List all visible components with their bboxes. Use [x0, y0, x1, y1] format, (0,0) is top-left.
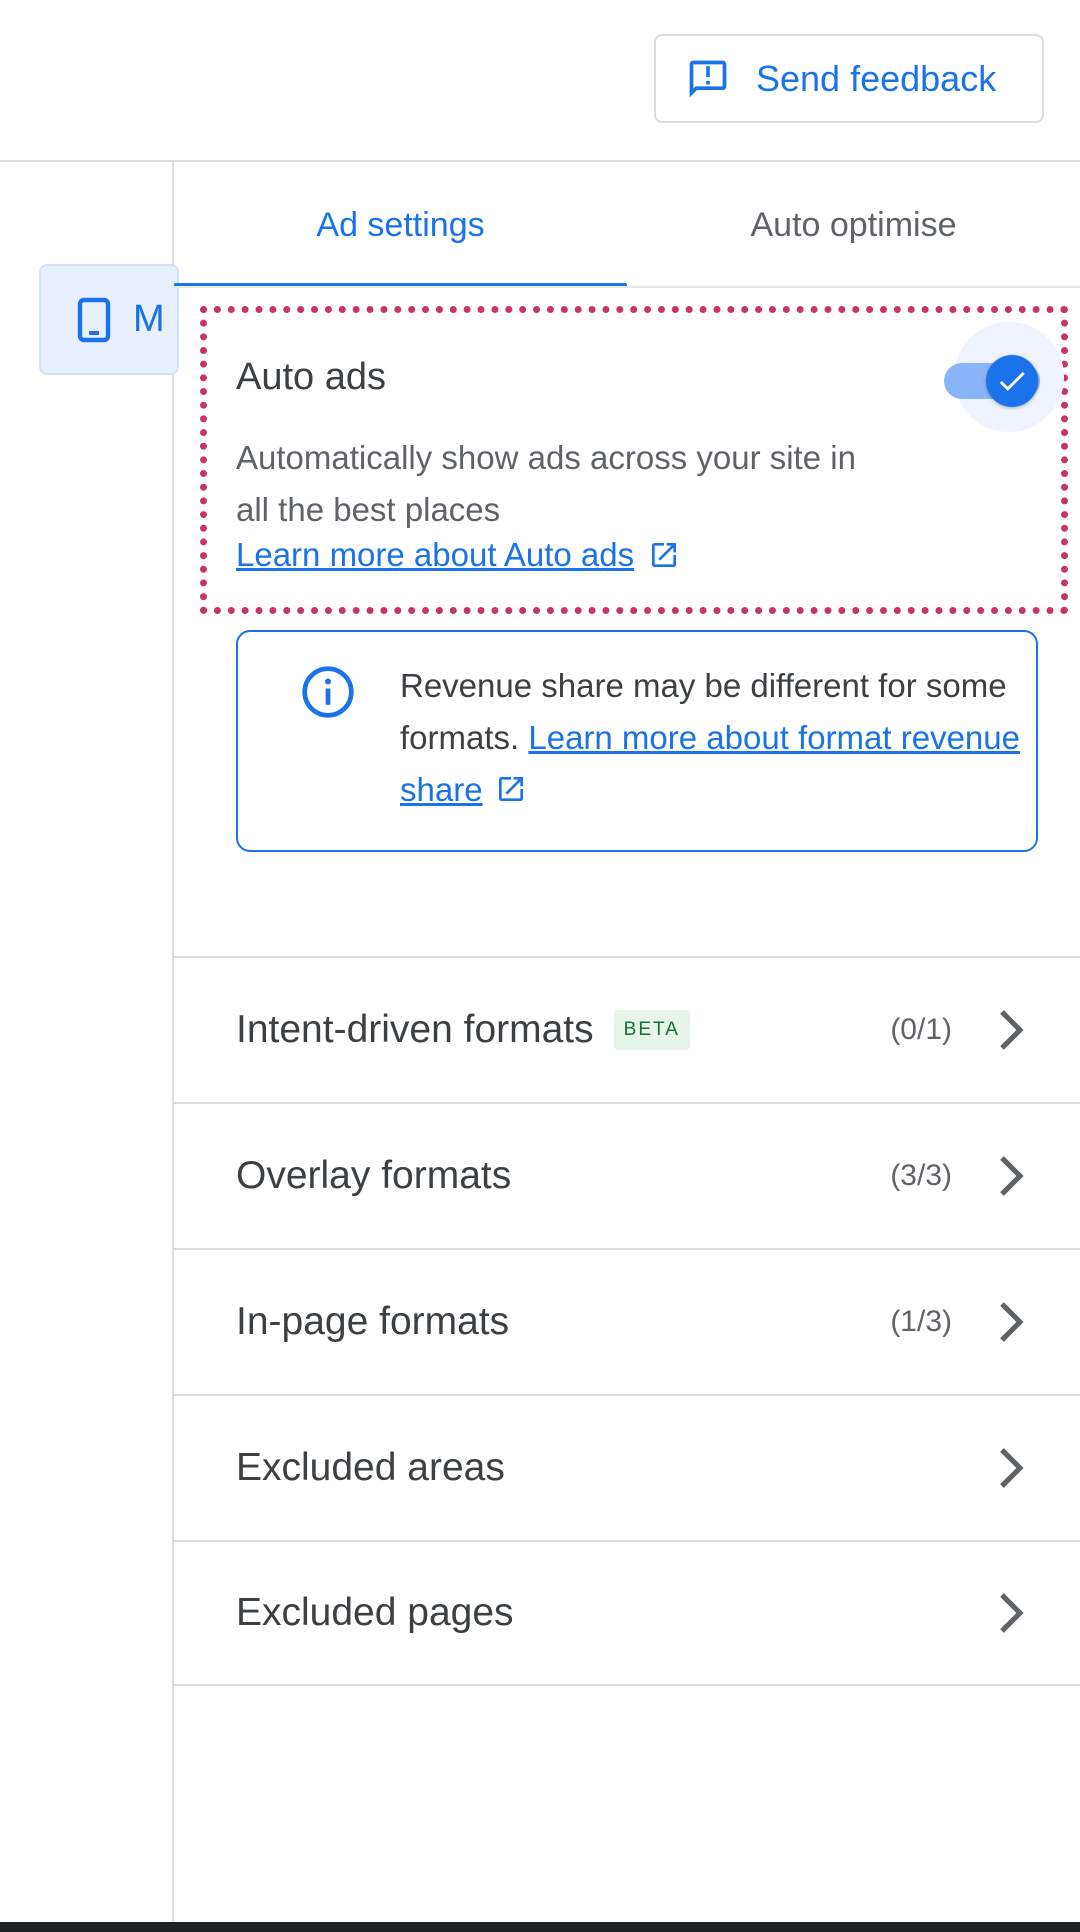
row-label: Excluded areas: [236, 1446, 505, 1489]
open-in-new-icon: [648, 539, 680, 571]
tab-auto-optimise[interactable]: Auto optimise: [627, 162, 1080, 288]
row-count: (0/1): [890, 1013, 952, 1046]
send-feedback-label: Send feedback: [756, 57, 997, 99]
check-icon: [995, 364, 1029, 398]
format-settings-list: Intent-driven formats BETA (0/1) Overlay…: [174, 956, 1080, 1686]
auto-ads-title: Auto ads: [236, 356, 386, 398]
row-excluded-areas[interactable]: Excluded areas: [174, 1394, 1080, 1540]
auto-ads-settings-page: Send feedback M Ad settings Auto optimis…: [0, 0, 1080, 1932]
row-in-page-formats[interactable]: In-page formats (1/3): [174, 1248, 1080, 1394]
row-overlay-formats[interactable]: Overlay formats (3/3): [174, 1102, 1080, 1248]
auto-ads-toggle-thumb[interactable]: [986, 355, 1038, 407]
chevron-right-icon: [998, 1446, 1024, 1490]
tab-label: Auto optimise: [750, 205, 957, 244]
tab-ad-settings[interactable]: Ad settings: [174, 162, 627, 288]
chevron-right-icon: [998, 1300, 1024, 1344]
info-icon: [300, 664, 356, 720]
row-count: (1/3): [890, 1305, 952, 1338]
chevron-right-icon: [998, 1154, 1024, 1198]
chevron-right-icon: [998, 1008, 1024, 1052]
row-label: Overlay formats: [236, 1154, 512, 1197]
send-feedback-button[interactable]: Send feedback: [654, 34, 1044, 123]
beta-badge: BETA: [613, 1010, 690, 1050]
tabs-divider: [174, 286, 1080, 288]
row-label: Excluded pages: [236, 1591, 514, 1634]
row-excluded-pages[interactable]: Excluded pages: [174, 1540, 1080, 1686]
device-label: M: [133, 298, 165, 340]
open-in-new-icon: [495, 768, 527, 801]
learn-more-auto-ads-label: Learn more about Auto ads: [236, 536, 635, 573]
row-intent-driven-formats[interactable]: Intent-driven formats BETA (0/1): [174, 956, 1080, 1102]
smartphone-icon: [77, 297, 111, 343]
tab-label: Ad settings: [316, 205, 485, 244]
chevron-right-icon: [998, 1591, 1024, 1635]
revenue-share-text: Revenue share may be different for some …: [400, 660, 1020, 816]
learn-more-auto-ads-link[interactable]: Learn more about Auto ads: [236, 536, 680, 574]
device-selector[interactable]: M: [39, 264, 179, 375]
system-bottom-bar: [0, 1922, 1080, 1932]
row-count: (3/3): [890, 1159, 952, 1192]
settings-tabs: Ad settings Auto optimise: [174, 162, 1080, 288]
row-label: Intent-driven formats: [236, 1008, 594, 1051]
row-label: In-page formats: [236, 1300, 510, 1343]
row-label-wrap: Intent-driven formats BETA: [236, 1008, 690, 1052]
auto-ads-description: Automatically show ads across your site …: [236, 439, 856, 528]
feedback-icon: [686, 57, 730, 101]
